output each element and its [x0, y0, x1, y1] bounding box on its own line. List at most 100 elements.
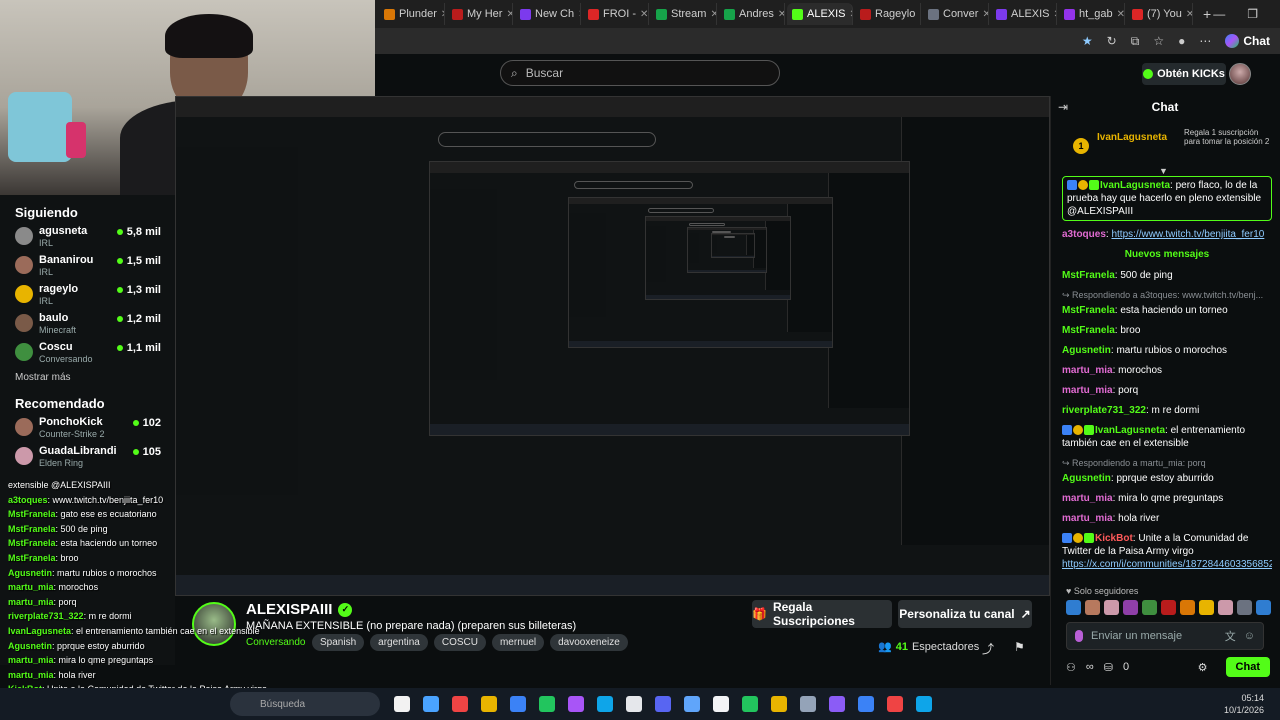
chat-message[interactable]: IvanLagusneta: pero flaco, lo de la prue… [1062, 176, 1272, 221]
taskbar-app-icon[interactable] [597, 696, 613, 712]
favorite-star-icon[interactable]: ★ [1082, 34, 1093, 48]
profile-icon[interactable]: ● [1178, 34, 1185, 48]
taskbar-app-icon[interactable] [742, 696, 758, 712]
report-icon[interactable]: ⚑ [1014, 640, 1025, 654]
chat-username[interactable]: MstFranela [1062, 325, 1115, 336]
tab-close-icon[interactable]: ✕ [578, 9, 580, 20]
copilot-chat-button[interactable]: Chat [1225, 34, 1270, 48]
chat-message[interactable]: KickBot: Unite a la Comunidad de Twitter… [1062, 532, 1272, 571]
microphone-icon[interactable] [1075, 630, 1083, 642]
stream-tag[interactable]: davooxeneize [550, 634, 628, 651]
taskbar-app-icon[interactable] [858, 696, 874, 712]
tab-close-icon[interactable]: ✕ [982, 9, 988, 20]
sidebar-following-channel[interactable]: rageylo IRL 1,3 mil [15, 283, 165, 311]
user-avatar[interactable] [1229, 63, 1251, 85]
tab-close-icon[interactable]: ✕ [1054, 9, 1056, 20]
points-icon[interactable]: ⛁ [1104, 661, 1113, 674]
users-icon[interactable]: ⚇ [1066, 661, 1076, 674]
sidebar-recommended-channel[interactable]: PonchoKick Counter-Strike 2 102 [15, 416, 165, 444]
chat-message-input[interactable]: Enviar un mensaje 文 ☺ [1066, 622, 1264, 650]
taskbar-app-icon[interactable] [423, 696, 439, 712]
taskbar-app-icon[interactable] [771, 696, 787, 712]
taskbar-app-icon[interactable] [655, 696, 671, 712]
chat-message[interactable]: martu_mia: mira lo qme preguntaps [1062, 492, 1272, 505]
browser-tab[interactable]: New Ch✕ [515, 3, 581, 25]
taskbar-app-icon[interactable] [684, 696, 700, 712]
chat-username[interactable]: MstFranela [1062, 305, 1115, 316]
taskbar-app-icon[interactable] [887, 696, 903, 712]
stream-tag[interactable]: mernuel [491, 634, 545, 651]
chat-username[interactable]: Agusnetin [1062, 345, 1111, 356]
browser-tab[interactable]: ALEXIS ✕ [991, 3, 1057, 25]
chat-link[interactable]: https://x.com/i/communities/187284460335… [1062, 559, 1272, 570]
emoji-icon[interactable]: ☺ [1244, 630, 1255, 642]
browser-tab[interactable]: Rageylo✕ [855, 3, 921, 25]
browser-tab[interactable]: My Her✕ [447, 3, 513, 25]
browser-tab[interactable]: ht_gab ✕ [1059, 3, 1125, 25]
chat-username[interactable]: IvanLagusneta [1100, 180, 1170, 191]
taskbar-app-icon[interactable] [568, 696, 584, 712]
chat-username[interactable]: MstFranela [1062, 270, 1115, 281]
tab-close-icon[interactable]: ✕ [1186, 9, 1192, 20]
infinity-icon[interactable]: ∞ [1086, 661, 1094, 673]
taskbar-app-icon[interactable] [800, 696, 816, 712]
tab-close-icon[interactable]: ✕ [1117, 9, 1124, 20]
emote-icon[interactable] [1142, 600, 1157, 615]
customize-channel-button[interactable]: Personaliza tu canal ↗ [898, 600, 1032, 628]
maximize-icon[interactable]: ❐ [1247, 7, 1258, 21]
tab-close-icon[interactable]: ✕ [850, 9, 852, 20]
tab-close-icon[interactable]: ✕ [778, 9, 784, 20]
settings-icon[interactable]: ⚙ [1198, 661, 1208, 674]
chat-username[interactable]: riverplate731_322 [1062, 405, 1146, 416]
search-input[interactable]: ⌕ Buscar [500, 60, 780, 86]
share-icon[interactable]: ⤴ [982, 640, 994, 657]
chat-username[interactable]: martu_mia [1062, 365, 1113, 376]
tab-close-icon[interactable]: ✕ [640, 9, 648, 20]
stream-tag[interactable]: COSCU [433, 634, 486, 651]
chat-message[interactable]: Agusnetin: pprque estoy aburrido [1062, 472, 1272, 485]
chat-message[interactable]: IvanLagusneta: el entrenamiento también … [1062, 424, 1272, 450]
new-tab-icon[interactable]: + [1203, 6, 1211, 22]
chat-message[interactable]: Agusnetin: martu rubios o morochos [1062, 344, 1272, 357]
stream-tag[interactable]: argentina [370, 634, 428, 651]
show-more-link[interactable]: Mostrar más [15, 372, 71, 383]
chat-username[interactable]: martu_mia [1062, 513, 1113, 524]
sidebar-recommended-channel[interactable]: GuadaLibrandi Elden Ring 105 [15, 445, 165, 473]
browser-tab[interactable]: (7) You ✕ [1127, 3, 1193, 25]
gift-subscriptions-button[interactable]: 🎁 Regala Suscripciones [752, 600, 892, 628]
taskbar-app-icon[interactable] [539, 696, 555, 712]
favorites-icon[interactable]: ☆ [1153, 34, 1164, 48]
taskbar-search[interactable]: Búsqueda [230, 692, 380, 716]
taskbar-app-icon[interactable] [510, 696, 526, 712]
chat-message[interactable]: a3toques: https://www.twitch.tv/benjiita… [1062, 228, 1272, 241]
tab-close-icon[interactable]: ✕ [506, 9, 512, 20]
taskbar-app-icon[interactable] [481, 696, 497, 712]
emote-icon[interactable] [1237, 600, 1252, 615]
chat-username[interactable]: martu_mia [1062, 493, 1113, 504]
chat-send-button[interactable]: Chat [1225, 657, 1270, 677]
chat-username[interactable]: IvanLagusneta [1095, 425, 1165, 436]
chat-message[interactable]: martu_mia: morochos [1062, 364, 1272, 377]
pinned-gifter[interactable]: 1 IvanLagusneta Regala 1 suscripción par… [1070, 128, 1270, 176]
chat-message[interactable]: MstFranela: 500 de ping [1062, 269, 1272, 282]
translate-icon[interactable]: 文 [1225, 628, 1236, 644]
emote-icon[interactable] [1066, 600, 1081, 615]
chat-link[interactable]: https://www.twitch.tv/benjiita_fer10 [1111, 229, 1264, 240]
taskbar-app-icon[interactable] [713, 696, 729, 712]
chat-username[interactable]: a3toques [1062, 229, 1106, 240]
sidebar-following-channel[interactable]: Coscu Conversando 1,1 mil [15, 341, 165, 369]
get-kicks-button[interactable]: Obtén KICKs [1142, 63, 1226, 85]
browser-tab[interactable]: Stream✕ [651, 3, 717, 25]
extensions-icon[interactable]: ⧉ [1131, 34, 1140, 49]
tab-close-icon[interactable]: ✕ [441, 9, 444, 20]
refresh-icon[interactable]: ↻ [1107, 34, 1117, 48]
taskbar-app-icon[interactable] [452, 696, 468, 712]
browser-tab[interactable]: Andres ✕ [719, 3, 785, 25]
emote-icon[interactable] [1180, 600, 1195, 615]
emote-icon[interactable] [1256, 600, 1271, 615]
system-clock[interactable]: 05:14 10/1/2026 [1224, 692, 1280, 716]
emote-icon[interactable] [1104, 600, 1119, 615]
browser-tab[interactable]: FROI - ✕ [583, 3, 649, 25]
chat-username[interactable]: Agusnetin [1062, 473, 1111, 484]
browser-tab[interactable]: ALEXIS ✕ [787, 3, 853, 25]
